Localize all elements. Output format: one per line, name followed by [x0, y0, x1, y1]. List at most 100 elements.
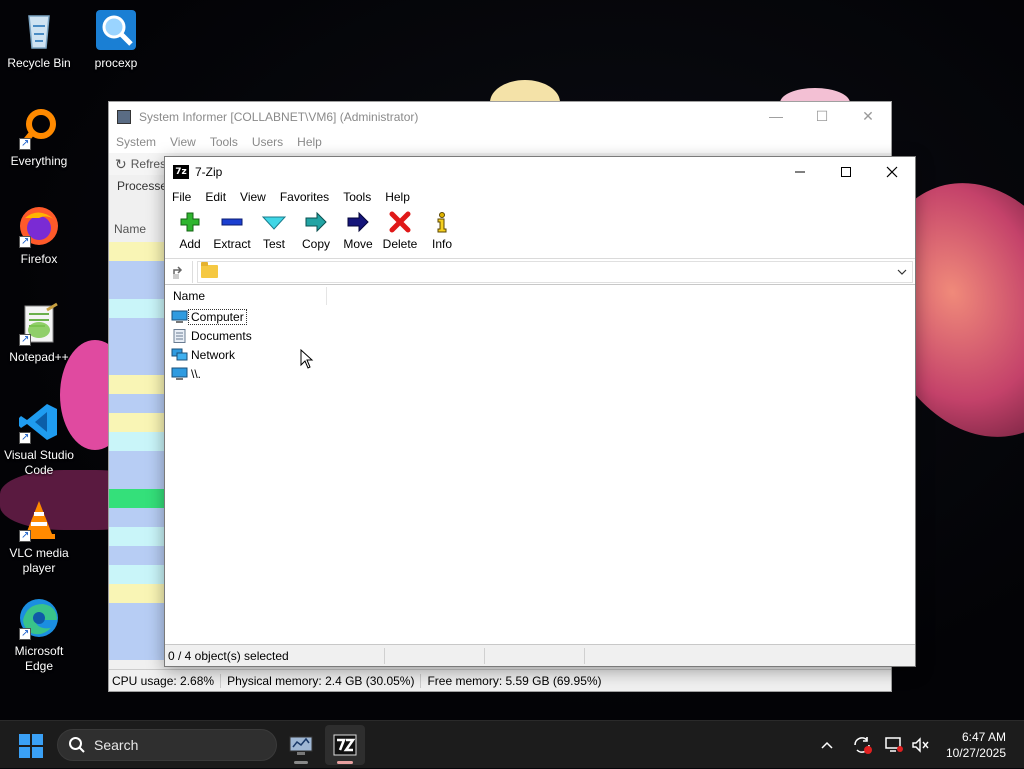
delete-icon — [389, 211, 411, 233]
table-row[interactable] — [109, 546, 165, 565]
desktop-icon-firefox[interactable]: Firefox — [0, 204, 78, 267]
recycle-bin-icon — [17, 8, 61, 52]
test-icon — [261, 216, 287, 230]
table-row[interactable] — [109, 565, 165, 584]
menu-tools[interactable]: Tools — [210, 135, 238, 149]
desktop-icon-vscode[interactable]: Visual Studio Code — [0, 400, 78, 478]
taskbar-search[interactable]: Search — [57, 729, 277, 761]
close-icon[interactable]: ✕ — [845, 102, 891, 131]
edge-icon — [17, 596, 61, 641]
table-row[interactable] — [109, 432, 165, 451]
desktop-icon-label: Visual Studio Code — [4, 448, 74, 477]
table-row[interactable] — [109, 413, 165, 432]
tray-network-button[interactable] — [884, 721, 904, 769]
menu-view[interactable]: View — [240, 190, 266, 204]
table-row[interactable] — [109, 375, 165, 394]
table-row[interactable] — [109, 622, 165, 641]
mouse-cursor-icon — [300, 349, 314, 369]
test-button[interactable]: Test — [253, 211, 295, 251]
column-header-name[interactable]: Name — [165, 287, 327, 305]
maximize-icon[interactable]: ☐ — [799, 102, 845, 131]
column-header: Name — [165, 285, 915, 307]
desktop-icon-label: Firefox — [20, 252, 58, 266]
table-row[interactable] — [109, 356, 165, 375]
menu-favorites[interactable]: Favorites — [280, 190, 329, 204]
taskbar-clock[interactable]: 6:47 AM 10/27/2025 — [946, 729, 1006, 761]
column-header-name[interactable]: Name — [114, 222, 146, 236]
menu-users[interactable]: Users — [252, 135, 283, 149]
menu-view[interactable]: View — [170, 135, 196, 149]
volume-muted-icon — [912, 737, 929, 753]
zip-window[interactable]: 7z 7-Zip File Edit View Favorites Tools … — [164, 156, 916, 667]
desktop-icon-label: Everything — [10, 154, 68, 168]
tray-overflow-button[interactable] — [820, 721, 834, 769]
list-item-label: Computer — [188, 308, 247, 325]
delete-button[interactable]: Delete — [379, 211, 421, 251]
table-row[interactable] — [109, 337, 165, 356]
folder-up-icon — [172, 265, 182, 279]
process-list — [109, 242, 165, 660]
minimize-button[interactable] — [777, 157, 823, 187]
table-row[interactable] — [109, 584, 165, 603]
folder-up-button[interactable] — [165, 260, 193, 283]
table-row[interactable] — [109, 242, 165, 261]
list-item-documents[interactable]: Documents — [165, 326, 915, 345]
window-title: System Informer [COLLABNET\VM6] (Adminis… — [139, 109, 419, 124]
menu-help[interactable]: Help — [297, 135, 322, 149]
info-icon — [437, 212, 447, 233]
table-row[interactable] — [109, 489, 165, 508]
list-item-device[interactable]: \\. — [165, 364, 915, 383]
system-informer-icon — [289, 736, 313, 755]
desktop-icon-vlc[interactable]: VLC media player — [0, 498, 78, 576]
desktop-icon-edge[interactable]: Microsoft Edge — [0, 596, 78, 674]
desktop-icon-recycle-bin[interactable]: Recycle Bin — [0, 8, 78, 71]
table-row[interactable] — [109, 451, 165, 470]
system-informer-titlebar[interactable]: System Informer [COLLABNET\VM6] (Adminis… — [109, 102, 891, 131]
table-row[interactable] — [109, 394, 165, 413]
menu-file[interactable]: File — [172, 190, 191, 204]
table-row[interactable] — [109, 280, 165, 299]
table-row[interactable] — [109, 641, 165, 660]
add-button[interactable]: Add — [169, 211, 211, 251]
extract-button[interactable]: Extract — [211, 211, 253, 251]
start-button[interactable] — [18, 733, 44, 759]
clock-time: 6:47 AM — [961, 730, 1006, 744]
menu-help[interactable]: Help — [385, 190, 410, 204]
table-row[interactable] — [109, 508, 165, 527]
maximize-button[interactable] — [823, 157, 869, 187]
info-button[interactable]: Info — [421, 211, 463, 251]
zip-titlebar[interactable]: 7z 7-Zip — [165, 157, 915, 187]
chevron-down-icon[interactable] — [894, 264, 910, 280]
taskbar-app-system-informer[interactable] — [281, 725, 321, 765]
tray-volume-button[interactable] — [911, 721, 929, 769]
file-list[interactable]: Name Computer Documents Network \\. — [165, 285, 915, 645]
table-row[interactable] — [109, 603, 165, 622]
vlc-cone-icon — [17, 498, 61, 543]
close-button[interactable] — [869, 157, 915, 187]
menu-tools[interactable]: Tools — [343, 190, 371, 204]
table-row[interactable] — [109, 318, 165, 337]
table-row[interactable] — [109, 261, 165, 280]
shortcut-arrow-icon — [19, 528, 31, 543]
free-memory: Free memory: 5.59 GB (69.95%) — [427, 673, 602, 688]
computer-icon — [171, 310, 188, 324]
taskbar-app-7zip[interactable] — [325, 725, 365, 765]
list-item-network[interactable]: Network — [165, 345, 915, 364]
copy-button[interactable]: Copy — [295, 211, 337, 251]
table-row[interactable] — [109, 527, 165, 546]
move-button[interactable]: Move — [337, 211, 379, 251]
menu-system[interactable]: System — [116, 135, 156, 149]
move-icon — [347, 211, 369, 233]
desktop-icon-everything[interactable]: Everything — [0, 106, 78, 169]
table-row[interactable] — [109, 299, 165, 318]
desktop-icon-notepadpp[interactable]: Notepad++ — [0, 302, 78, 365]
tray-update-button[interactable] — [851, 721, 873, 769]
shortcut-arrow-icon — [19, 234, 31, 249]
address-input[interactable] — [197, 260, 913, 283]
documents-icon — [171, 328, 188, 343]
minimize-icon[interactable]: — — [753, 102, 799, 131]
desktop-icon-procexp[interactable]: procexp — [77, 8, 155, 71]
menu-edit[interactable]: Edit — [205, 190, 226, 204]
list-item-computer[interactable]: Computer — [165, 307, 915, 326]
table-row[interactable] — [109, 470, 165, 489]
